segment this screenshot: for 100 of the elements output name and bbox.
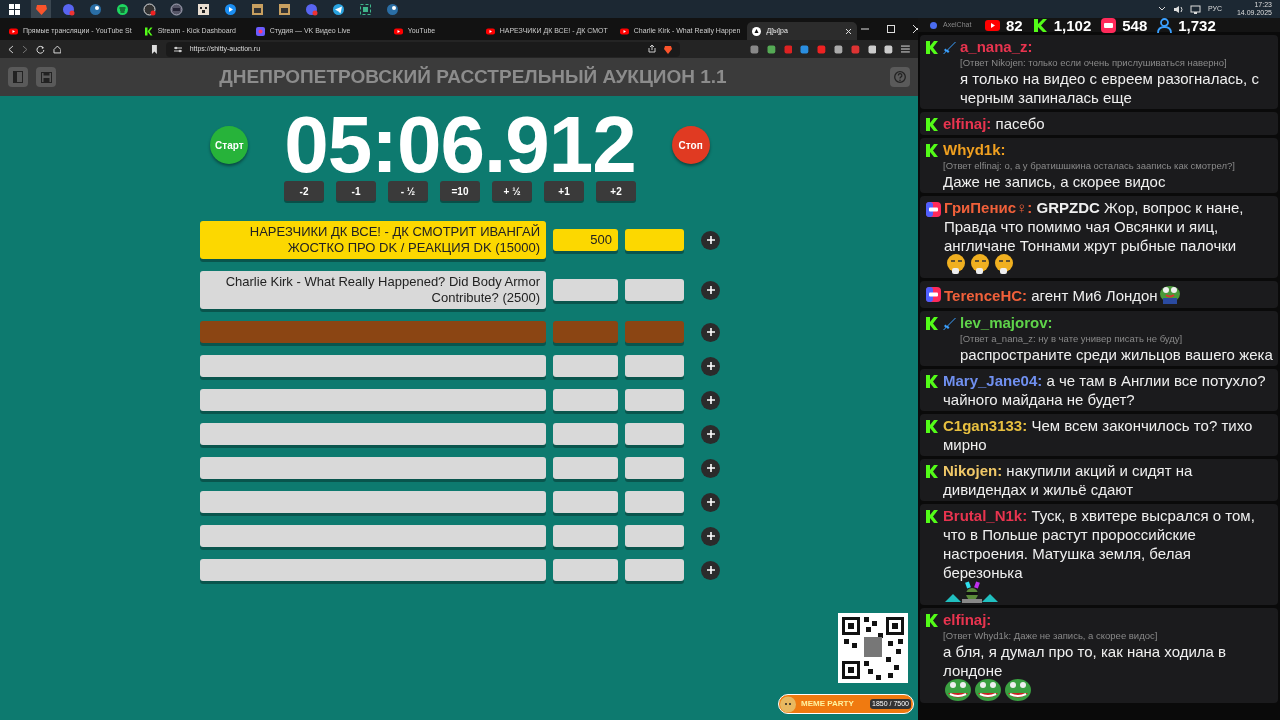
reply-quote: [Ответ elfinaj: о, а у братишшкина осталась заапись как смотрел?] <box>943 159 1236 172</box>
favicon-icon <box>752 26 762 36</box>
time-adjust-button[interactable]: -1 <box>336 181 376 201</box>
amount-field[interactable] <box>553 423 618 445</box>
add-button[interactable] <box>701 390 720 410</box>
favicon-icon <box>255 26 265 36</box>
lot-name-field[interactable] <box>200 389 546 411</box>
emote-icon <box>1158 283 1181 306</box>
home-icon[interactable] <box>52 44 62 54</box>
lot-name-field[interactable]: НАРЕЗЧИКИ ДК ВСЕ! - ДК СМОТРИТ ИВАНГАЙ ЖОСТКО ПРО DK / РЕАКЦИЯ DK (15000) <box>200 221 546 259</box>
lot-name-field[interactable] <box>200 491 546 513</box>
chat-message: ГриПенис♀: GRPZDC Жор, вопрос к нане, Правда что помимо чая Овсянки и яиц, англичане Тоннами жрут рыбные палочки <box>944 199 1244 254</box>
speaker-icon[interactable] <box>1172 4 1183 14</box>
app-icon <box>88 2 102 16</box>
chat-username[interactable]: lev_majorov: <box>960 313 1274 332</box>
back-icon[interactable] <box>8 44 14 54</box>
emote-icon <box>969 253 991 276</box>
extra-field[interactable] <box>625 229 684 251</box>
platform-icon <box>926 420 938 433</box>
qr-code <box>838 613 908 683</box>
bookmark-icon[interactable] <box>150 44 158 54</box>
amount-field[interactable] <box>553 279 618 301</box>
lot-name-field[interactable]: Charlie Kirk - What Really Happened? Did Body Armor Contribute? (2500) <box>200 271 546 309</box>
add-button[interactable] <box>701 322 720 342</box>
extra-field[interactable] <box>625 423 684 445</box>
extra-field[interactable] <box>625 279 684 301</box>
lot-name-field[interactable] <box>200 525 546 547</box>
minimize-icon[interactable] <box>861 25 870 33</box>
emote-icon <box>945 253 967 276</box>
time-adjust-button[interactable]: +2 <box>596 181 636 201</box>
plus-icon <box>706 464 715 472</box>
amount-field[interactable] <box>553 389 618 411</box>
extra-field[interactable] <box>625 355 684 377</box>
amount-field[interactable] <box>553 525 618 547</box>
plus-icon <box>706 396 715 404</box>
lot-name-field[interactable] <box>200 559 546 581</box>
time-adjust-button[interactable]: =10 <box>440 181 480 201</box>
time-adjust-button[interactable]: -2 <box>284 181 324 201</box>
add-button[interactable] <box>701 560 720 580</box>
sidebar-button[interactable] <box>8 67 28 87</box>
chat-message: Mary_Jane04: а че там в Англии все потухло? чайного майдана не будет? <box>943 372 1266 408</box>
extra-field[interactable] <box>625 321 684 343</box>
extra-field[interactable] <box>625 457 684 479</box>
save-button[interactable] <box>36 67 56 87</box>
favicon-icon <box>485 26 495 36</box>
counter-icon <box>985 17 1000 33</box>
amount-field[interactable] <box>553 491 618 513</box>
help-icon <box>894 71 906 83</box>
extra-field[interactable] <box>625 491 684 513</box>
reply-quote: [Ответ Whyd1k: Даже не запись, а скорее видос] <box>943 629 1159 642</box>
shield-icon[interactable] <box>664 44 673 54</box>
add-button[interactable] <box>701 230 720 250</box>
app-icon <box>223 2 237 16</box>
add-button[interactable] <box>701 458 720 478</box>
extra-field[interactable] <box>625 389 684 411</box>
lot-name-field[interactable] <box>200 457 546 479</box>
extra-field[interactable] <box>625 525 684 547</box>
app-icon <box>304 2 318 16</box>
add-button[interactable] <box>701 424 720 444</box>
time-adjust-button[interactable]: - ½ <box>388 181 428 201</box>
app-icon <box>331 2 345 16</box>
viewer-count: 82 <box>1006 17 1023 33</box>
amount-field[interactable]: 500 <box>553 229 618 251</box>
plus-icon <box>706 286 715 294</box>
amount-field[interactable] <box>553 559 618 581</box>
share-icon[interactable] <box>648 45 657 53</box>
forward-icon[interactable] <box>21 44 28 54</box>
lot-name-field[interactable] <box>200 355 546 377</box>
counter-icon <box>1157 17 1173 33</box>
time-adjust-button[interactable]: + ½ <box>492 181 532 201</box>
plus-icon <box>706 236 715 244</box>
chat-username[interactable]: a_nana_z: <box>960 37 1274 56</box>
extra-field[interactable] <box>625 559 684 581</box>
add-button[interactable] <box>701 280 720 300</box>
site-settings-icon[interactable] <box>173 45 182 53</box>
platform-icon <box>926 202 941 217</box>
lot-name-field[interactable] <box>200 423 546 445</box>
reload-icon[interactable] <box>35 44 45 54</box>
chevron-icon[interactable] <box>1157 6 1166 12</box>
app-icon <box>115 2 129 16</box>
add-button[interactable] <box>701 492 720 512</box>
lot-name-field[interactable] <box>200 321 546 343</box>
chat-username[interactable]: elfinaj: <box>943 610 1274 629</box>
add-button[interactable] <box>701 356 720 376</box>
chat-username[interactable]: Whyd1k: <box>943 140 1274 159</box>
app-icon <box>277 2 291 16</box>
monitor-icon[interactable] <box>1189 4 1201 14</box>
stop-button[interactable]: Стоп <box>671 126 710 164</box>
platform-icon <box>926 317 938 330</box>
menu-icon[interactable] <box>901 45 910 53</box>
close-icon[interactable] <box>845 27 853 35</box>
maximize-icon[interactable] <box>887 25 896 33</box>
amount-field[interactable] <box>553 355 618 377</box>
amount-field[interactable] <box>553 321 618 343</box>
amount-field[interactable] <box>553 457 618 479</box>
time-adjust-button[interactable]: +1 <box>544 181 584 201</box>
add-button[interactable] <box>701 526 720 546</box>
plus-icon <box>706 498 715 506</box>
chat-message: Brutal_N1k: Туск, в хвитере высрался о том, что в Польше растут пророссийские настроения. Матушка земля, белая березонька <box>943 507 1255 581</box>
viewer-count: 1,102 <box>1053 17 1092 33</box>
